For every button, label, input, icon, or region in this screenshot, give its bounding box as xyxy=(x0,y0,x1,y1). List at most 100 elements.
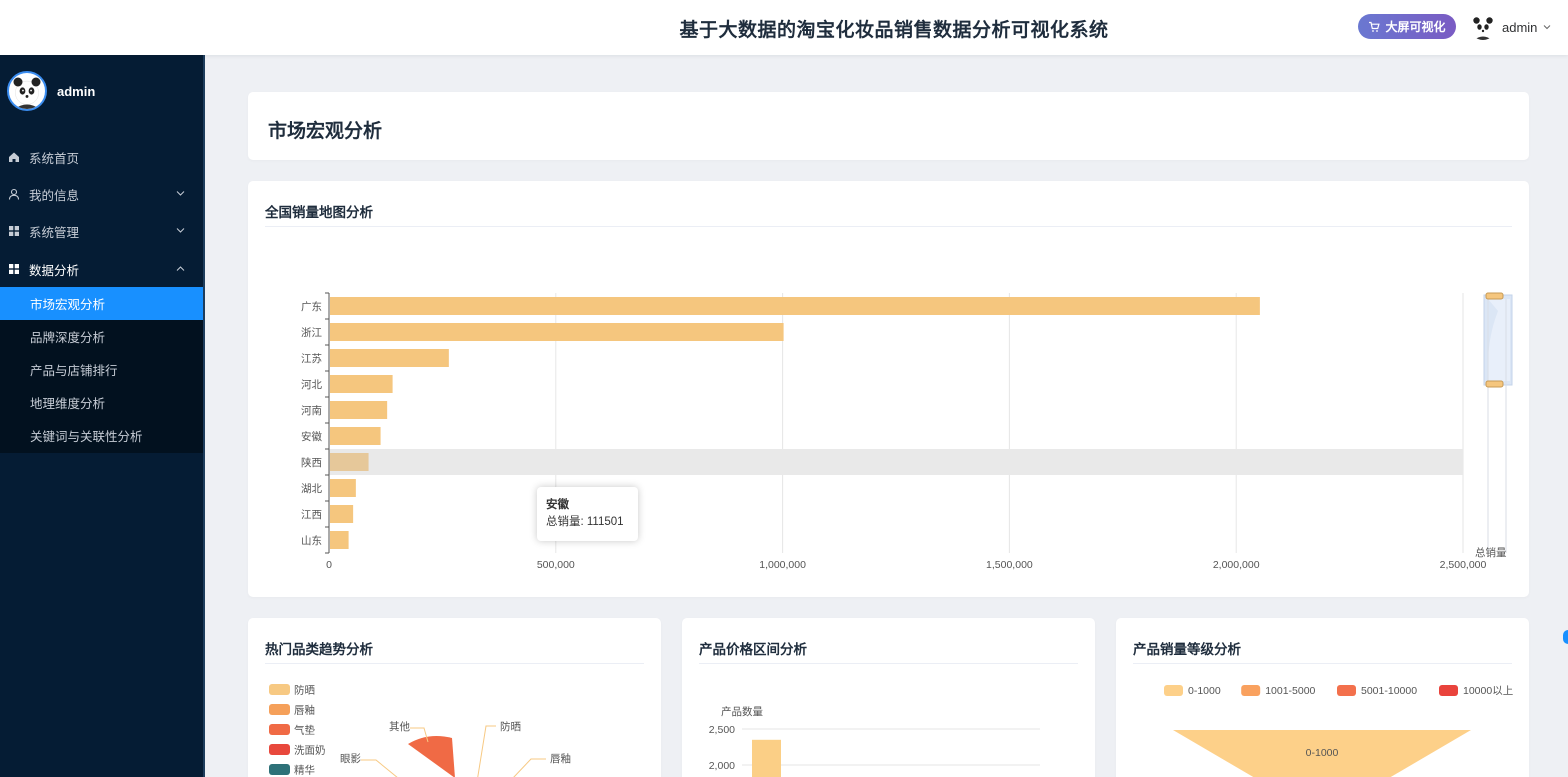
avatar xyxy=(1470,14,1496,40)
grid-icon xyxy=(9,226,19,236)
bar-price-range xyxy=(752,739,781,777)
y-tick-label: 安徽 xyxy=(301,430,322,443)
home-icon xyxy=(9,152,19,162)
legend-swatch xyxy=(1164,685,1183,696)
x-tick-label: 0 xyxy=(326,559,332,571)
pie-slice-label: 唇釉 xyxy=(550,752,571,765)
x-tick-label: 1,000,000 xyxy=(759,559,806,571)
pie-slice-label: 其他 xyxy=(389,720,410,733)
panda-icon xyxy=(1473,17,1493,40)
visual-map-handle-bottom xyxy=(1485,380,1504,388)
sidebar-item-my-info[interactable]: 我的信息 xyxy=(0,176,203,212)
bar-湖北 xyxy=(330,479,356,497)
grid-icon xyxy=(9,264,19,274)
sidebar: admin 系统首页 我的信息 系统管理 数据分析 市场宏观分析 品牌深度分析 … xyxy=(0,55,203,777)
bigscreen-label: 大屏可视化 xyxy=(1385,20,1446,34)
sales-map-card: 全国销量地图分析 0 500,000 1,000,000 1,500,000 2,000… xyxy=(248,181,1529,597)
pie-slice-other xyxy=(408,736,455,777)
sidebar-item-label: 我的信息 xyxy=(29,188,80,203)
price-range-bar-chart: 产品数量 2,500 2,000 xyxy=(709,705,1040,777)
user-dropdown[interactable]: admin xyxy=(1470,12,1551,42)
y-tick-label: 河南 xyxy=(301,404,322,417)
x-tick-label: 2,500,000 xyxy=(1440,559,1487,571)
x-tick-label: 1,500,000 xyxy=(986,559,1033,571)
sidebar-item-label: 系统首页 xyxy=(29,151,80,166)
legend-label: 5001-10000 xyxy=(1361,685,1417,697)
y-tick-label: 陕西 xyxy=(301,456,322,469)
sidebar-item-market-macro[interactable]: 市场宏观分析 xyxy=(0,287,203,320)
scroll-indicator[interactable] xyxy=(1563,630,1568,644)
legend-swatch xyxy=(269,764,290,775)
chevron-up-icon xyxy=(176,266,185,271)
legend-label: 防晒 xyxy=(294,684,315,697)
sidebar-item-brand-depth[interactable]: 品牌深度分析 xyxy=(0,320,203,353)
sidebar-item-label: 数据分析 xyxy=(29,263,80,278)
pie-label-line xyxy=(361,759,398,777)
sidebar-item-geo-dimension[interactable]: 地理维度分析 xyxy=(0,386,203,419)
y-tick-label: 浙江 xyxy=(301,327,322,339)
top-header: 基于大数据的淘宝化妆品销售数据分析可视化系统 大屏可视化 admin xyxy=(0,0,1568,55)
bar-江苏 xyxy=(330,349,449,367)
pie-slice-label: 防晒 xyxy=(500,720,521,733)
sales-level-card: 产品销量等级分析 0-1000 1001-5000 5001-10000 10000以… xyxy=(1116,618,1529,777)
sidebar-username: admin xyxy=(57,83,96,99)
visual-map-slider xyxy=(1483,292,1513,553)
sidebar-item-keyword-correlation[interactable]: 关键词与关联性分析 xyxy=(0,419,203,452)
y-tick-label: 江苏 xyxy=(301,352,322,365)
sidebar-item-data-analysis[interactable]: 数据分析 xyxy=(0,251,203,287)
y-tick-label: 山东 xyxy=(301,534,322,547)
sidebar-item-system[interactable]: 系统管理 xyxy=(0,213,203,249)
bar-山东 xyxy=(330,531,349,549)
y-tick-label: 2,500 xyxy=(709,724,735,736)
legend-label: 0-1000 xyxy=(1188,685,1221,697)
legend-swatch xyxy=(1337,685,1356,696)
avatar xyxy=(7,71,47,111)
pie-label-line xyxy=(513,758,546,777)
pie-slice-label: 眼影 xyxy=(340,752,361,765)
user-icon xyxy=(8,188,20,200)
hover-highlight-band xyxy=(329,449,1463,475)
y-tick-label: 广东 xyxy=(301,300,322,313)
pie-label-line xyxy=(477,725,496,777)
data-analysis-submenu: 市场宏观分析 品牌深度分析 产品与店铺排行 地理维度分析 关键词与关联性分析 xyxy=(0,287,203,453)
legend-label: 10000以上 xyxy=(1463,685,1513,697)
sidebar-user: admin xyxy=(7,71,95,111)
legend-label: 洗面奶 xyxy=(294,745,326,757)
y-axis-label: 产品数量 xyxy=(721,705,763,718)
panda-icon xyxy=(13,77,41,109)
cart-icon xyxy=(1369,21,1381,32)
bar-江西 xyxy=(330,505,354,523)
sidebar-item-label: 系统管理 xyxy=(29,225,80,240)
category-trend-card: 热门品类趋势分析 防晒 唇釉 气垫 洗面奶 精华 其他 防晒 眼影 唇釉 xyxy=(248,618,661,777)
chevron-down-icon xyxy=(176,191,185,196)
legend-swatch xyxy=(269,744,290,755)
category-pie-chart: 防晒唇釉气垫洗面奶精华其他 防晒眼影 唇釉 xyxy=(269,684,571,777)
chevron-down-icon xyxy=(1544,25,1551,30)
bar-浙江 xyxy=(330,323,784,341)
legend-swatch xyxy=(1241,685,1261,696)
bar-河北 xyxy=(330,375,393,393)
visual-map-label: 总销量 xyxy=(1475,546,1507,559)
y-tick-label: 江西 xyxy=(301,509,322,521)
sidebar-item-product-shop-ranking[interactable]: 产品与店铺排行 xyxy=(0,353,203,386)
legend-label: 精华 xyxy=(294,764,315,777)
bar-陕西 xyxy=(330,453,369,471)
legend-label: 唇釉 xyxy=(294,704,315,717)
sidebar-item-home[interactable]: 系统首页 xyxy=(0,139,203,175)
tooltip-title: 安徽 xyxy=(546,499,569,511)
sales-level-funnel-chart: 0-1000 1001-5000 5001-10000 10000以上 0-1000 xyxy=(1164,685,1513,777)
page-header-card: 市场宏观分析 xyxy=(248,92,1529,160)
x-tick-label: 2,000,000 xyxy=(1213,559,1260,571)
bar-安徽 xyxy=(330,427,381,445)
legend-swatch xyxy=(269,684,290,695)
y-tick-label: 湖北 xyxy=(301,483,322,495)
page-title: 市场宏观分析 xyxy=(268,121,383,142)
tooltip-value: 总销量: 111501 xyxy=(546,516,624,528)
legend-label: 1001-5000 xyxy=(1265,685,1315,697)
chevron-down-icon xyxy=(176,228,185,233)
bigscreen-button[interactable]: 大屏可视化 xyxy=(1358,14,1456,39)
legend-swatch xyxy=(1439,685,1458,696)
top-username: admin xyxy=(1502,19,1538,35)
legend-swatch xyxy=(269,724,290,735)
bar-广东 xyxy=(330,297,1260,315)
